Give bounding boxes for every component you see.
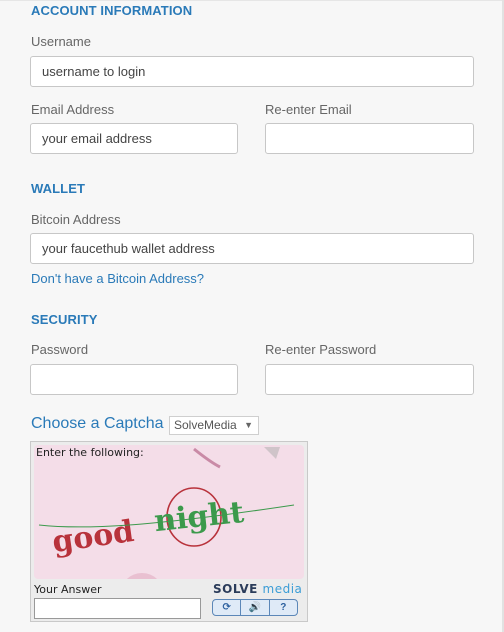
- solvemedia-logo-solve: SOLVE: [213, 582, 258, 596]
- captcha-provider-select[interactable]: SolveMedia ▼: [169, 416, 259, 435]
- refresh-icon[interactable]: ⟳: [213, 600, 242, 615]
- email-label: Email Address: [31, 102, 115, 117]
- section-account-title: ACCOUNT INFORMATION: [31, 3, 193, 18]
- captcha-answer-label: Your Answer: [34, 583, 102, 596]
- captcha-controls: ⟳ 🔊 ?: [212, 599, 298, 616]
- captcha-prompt: Enter the following:: [36, 446, 144, 459]
- section-security-title: SECURITY: [31, 312, 98, 327]
- username-input[interactable]: username to login: [30, 56, 474, 87]
- section-wallet-title: WALLET: [31, 181, 86, 196]
- password-input[interactable]: [30, 364, 238, 395]
- top-border: [0, 0, 504, 1]
- captcha-image-graphic: good night: [34, 445, 304, 579]
- captcha-heading: Choose a Captcha: [31, 415, 164, 432]
- no-bitcoin-link[interactable]: Don't have a Bitcoin Address?: [31, 271, 204, 286]
- password-label: Password: [31, 342, 89, 357]
- help-icon[interactable]: ?: [270, 600, 297, 615]
- password-confirm-label: Re-enter Password: [265, 342, 377, 357]
- bitcoin-address-input[interactable]: your faucethub wallet address: [30, 233, 474, 264]
- captcha-answer-input[interactable]: [34, 598, 201, 619]
- dropdown-arrow-icon: ▼: [244, 420, 253, 430]
- solvemedia-logo-media: media: [262, 582, 303, 596]
- bitcoin-label: Bitcoin Address: [31, 212, 121, 227]
- email-input[interactable]: your email address: [30, 123, 238, 154]
- email-confirm-input[interactable]: [265, 123, 474, 154]
- audio-icon[interactable]: 🔊: [241, 600, 270, 615]
- password-confirm-input[interactable]: [265, 364, 474, 395]
- username-label: Username: [31, 34, 91, 49]
- captcha-provider-value: SolveMedia: [174, 418, 237, 432]
- captcha-widget: good night Enter the following: Your Ans…: [30, 441, 308, 622]
- email-confirm-label: Re-enter Email: [265, 102, 352, 117]
- captcha-image: good night: [34, 445, 304, 579]
- solvemedia-logo: SOLVE media: [213, 582, 302, 596]
